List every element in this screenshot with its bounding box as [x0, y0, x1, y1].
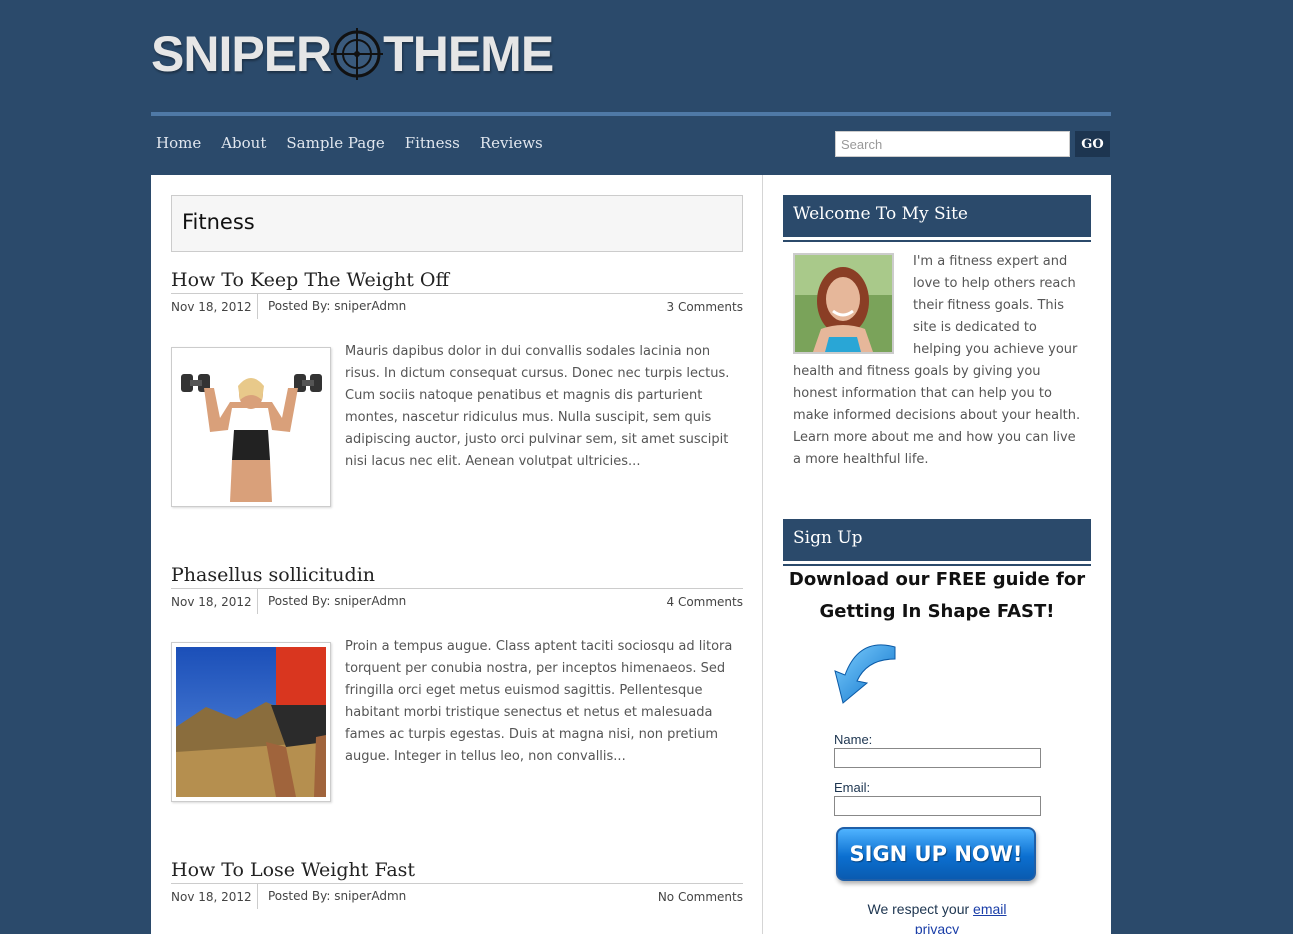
post-date: Nov 18, 2012	[171, 588, 258, 614]
post-comments-link[interactable]: 3 Comments	[667, 294, 744, 320]
nav-item-home[interactable]: Home	[156, 134, 201, 152]
logo-text-left: SNIPER	[151, 26, 332, 82]
post-comments-link[interactable]: 4 Comments	[667, 589, 744, 615]
content-area: Fitness How To Keep The Weight Off Nov 1…	[151, 175, 1111, 934]
post-excerpt: Mauris dapibus dolor in dui convallis so…	[345, 344, 730, 469]
crosshair-icon	[329, 26, 385, 82]
signup-widget-title: Sign Up	[783, 519, 1091, 566]
post-meta: Nov 18, 2012 Posted By: sniperAdmn 4 Com…	[171, 588, 744, 615]
author-avatar	[793, 253, 894, 354]
post-title[interactable]: Phasellus sollicitudin	[171, 564, 743, 588]
post-thumbnail[interactable]	[171, 347, 331, 507]
email-privacy-link[interactable]: email	[973, 901, 1006, 917]
logo-text-right: THEME	[383, 26, 554, 82]
welcome-widget-title: Welcome To My Site	[783, 195, 1091, 242]
post-thumbnail[interactable]	[171, 642, 331, 802]
privacy-notice: We respect your email privacy	[783, 899, 1091, 934]
post-item: How To Keep The Weight Off Nov 18, 2012 …	[171, 269, 744, 507]
post-author: Posted By: sniperAdmn	[268, 299, 407, 313]
signup-headline: Download our FREE guide for Getting In S…	[783, 564, 1091, 628]
signup-line-1: Download our FREE guide for	[788, 569, 1086, 590]
category-title: Fitness	[182, 210, 255, 234]
nav-item-reviews[interactable]: Reviews	[480, 134, 543, 152]
nav-item-fitness[interactable]: Fitness	[405, 134, 460, 152]
post-meta: Nov 18, 2012 Posted By: sniperAdmn No Co…	[171, 883, 743, 910]
privacy-link[interactable]: privacy	[915, 921, 959, 934]
signup-title-text: Sign Up	[793, 528, 863, 548]
post-excerpt: Proin a tempus augue. Class aptent tacit…	[345, 639, 733, 764]
post-title[interactable]: How To Keep The Weight Off	[171, 269, 743, 293]
search-input[interactable]	[835, 131, 1070, 157]
site-logo[interactable]: SNIPER THEME	[151, 22, 554, 86]
nav-item-about[interactable]: About	[221, 134, 266, 152]
post-author: Posted By: sniperAdmn	[268, 594, 407, 608]
nav-item-sample-page[interactable]: Sample Page	[286, 134, 384, 152]
name-label: Name:	[834, 732, 873, 747]
post-meta: Nov 18, 2012 Posted By: sniperAdmn 3 Com…	[171, 293, 744, 320]
privacy-text: We respect your	[867, 901, 974, 917]
runner-image	[176, 647, 326, 797]
post-date: Nov 18, 2012	[171, 883, 258, 909]
woman-dumbbells-image	[176, 352, 326, 502]
post-item: Phasellus sollicitudin Nov 18, 2012 Post…	[171, 564, 744, 802]
post-title[interactable]: How To Lose Weight Fast	[171, 859, 743, 883]
post-date: Nov 18, 2012	[171, 293, 258, 319]
post-comments-link[interactable]: No Comments	[658, 884, 743, 910]
signup-line-2: Getting In Shape FAST!	[819, 601, 1055, 622]
email-label: Email:	[834, 780, 871, 795]
author-photo	[795, 255, 892, 352]
search-go-button[interactable]: GO	[1075, 131, 1110, 157]
category-header: Fitness	[171, 195, 743, 252]
column-divider	[762, 175, 763, 934]
main-nav: Home About Sample Page Fitness Reviews	[156, 134, 543, 152]
name-field[interactable]	[834, 748, 1041, 768]
welcome-widget: I'm a fitness expert and love to help ot…	[793, 251, 1083, 471]
post-author: Posted By: sniperAdmn	[268, 889, 407, 903]
curved-arrow-icon	[834, 644, 896, 704]
post-item: How To Lose Weight Fast Nov 18, 2012 Pos…	[171, 859, 743, 910]
email-field[interactable]	[834, 796, 1041, 816]
welcome-title-text: Welcome To My Site	[793, 204, 968, 224]
signup-button[interactable]: SIGN UP NOW!	[836, 827, 1036, 881]
header-divider	[151, 112, 1111, 116]
